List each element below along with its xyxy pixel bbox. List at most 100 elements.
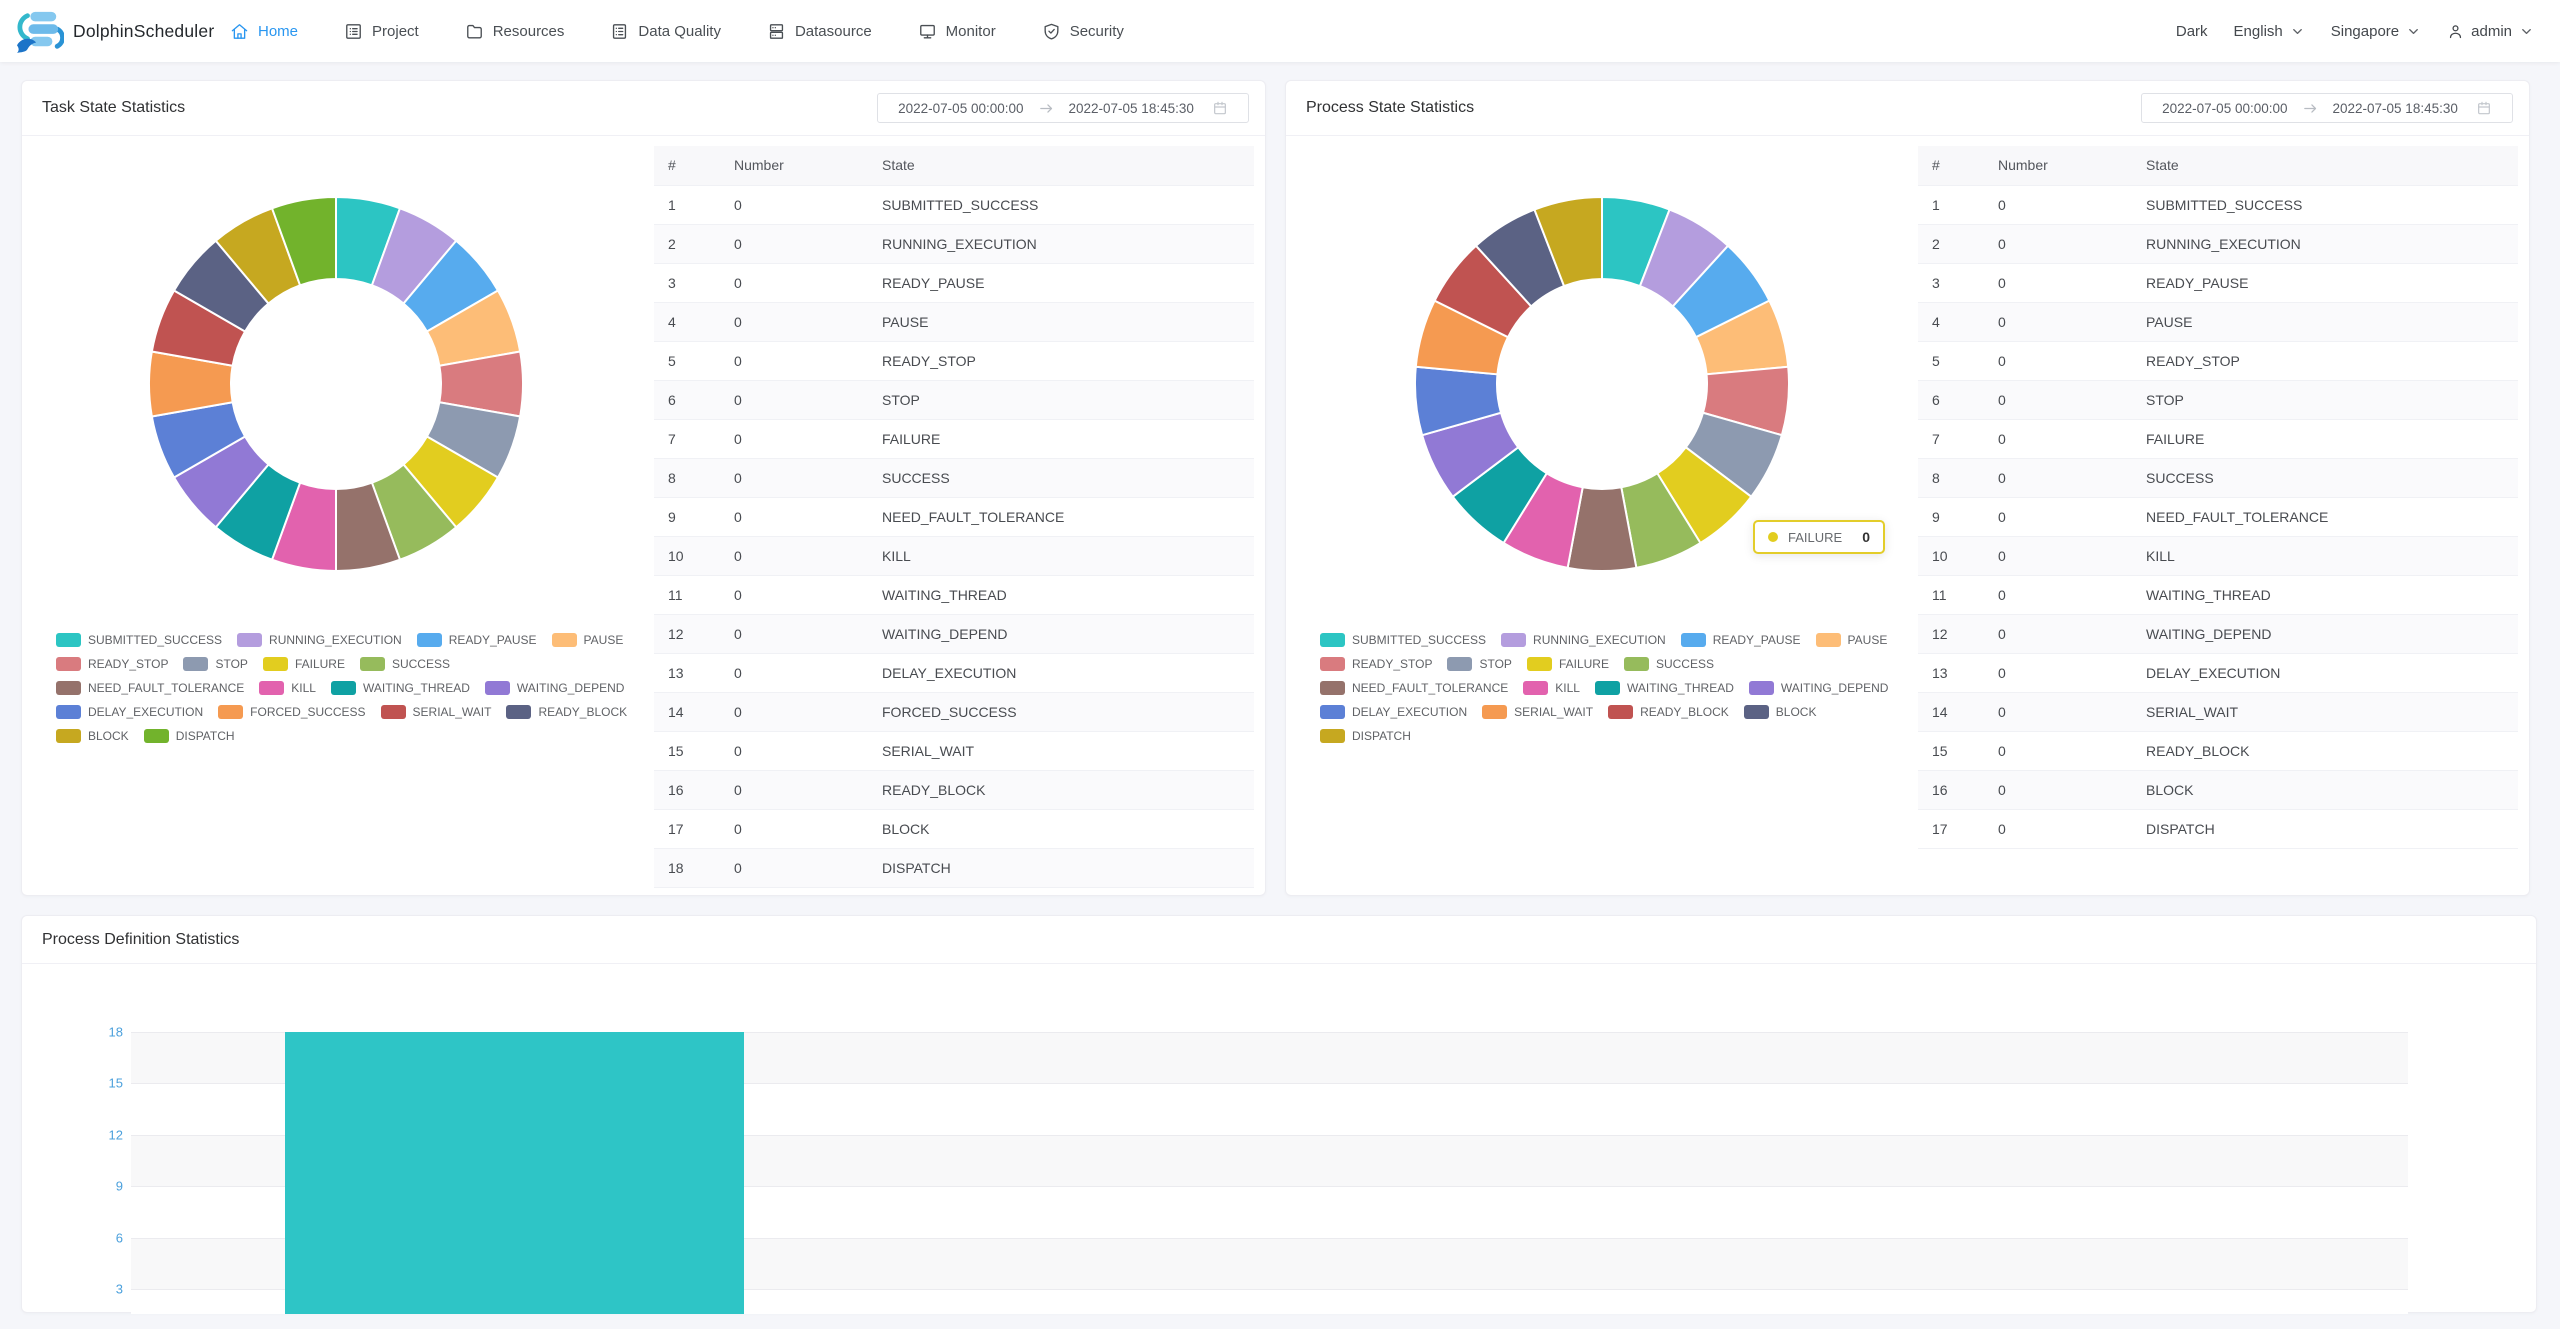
legend-swatch bbox=[56, 657, 81, 671]
legend-item-running_execution[interactable]: RUNNING_EXECUTION bbox=[237, 633, 402, 647]
row-index: 1 bbox=[1918, 185, 1984, 224]
data-quality-icon bbox=[610, 22, 629, 41]
col-index: # bbox=[654, 146, 720, 185]
state-table-row: 2 0 RUNNING_EXECUTION bbox=[1918, 224, 2518, 263]
legend-item-delay_execution[interactable]: DELAY_EXECUTION bbox=[56, 705, 203, 719]
row-index: 8 bbox=[654, 458, 720, 497]
legend-item-ready_block[interactable]: READY_BLOCK bbox=[1608, 705, 1729, 719]
legend-swatch bbox=[1320, 705, 1345, 719]
state-table-row: 6 0 STOP bbox=[654, 380, 1254, 419]
state-table-row: 1 0 SUBMITTED_SUCCESS bbox=[1918, 185, 2518, 224]
legend-swatch bbox=[1320, 681, 1345, 695]
task-card-body: SUBMITTED_SUCCESS RUNNING_EXECUTION READ… bbox=[22, 136, 1265, 895]
nav-item-home[interactable]: Home bbox=[230, 22, 298, 41]
state-table-row: 15 0 READY_BLOCK bbox=[1918, 731, 2518, 770]
legend-item-success[interactable]: SUCCESS bbox=[360, 657, 450, 671]
legend-swatch bbox=[56, 681, 81, 695]
legend-item-pause[interactable]: PAUSE bbox=[1816, 633, 1888, 647]
legend-item-waiting_thread[interactable]: WAITING_THREAD bbox=[1595, 681, 1734, 695]
legend-item-dispatch[interactable]: DISPATCH bbox=[144, 729, 235, 743]
y-axis-tick-label: 9 bbox=[116, 1179, 123, 1194]
y-axis-tick-label: 12 bbox=[109, 1127, 123, 1142]
legend-swatch bbox=[1482, 705, 1507, 719]
dashboard-page: DolphinScheduler Home Project Resources … bbox=[0, 0, 2560, 1329]
legend-item-kill[interactable]: KILL bbox=[1523, 681, 1580, 695]
process-date-range-picker[interactable]: 2022-07-05 00:00:00 2022-07-05 18:45:30 bbox=[2141, 93, 2513, 123]
row-number: 0 bbox=[720, 575, 868, 614]
nav-item-datasource[interactable]: Datasource bbox=[767, 22, 872, 41]
legend-item-submitted_success[interactable]: SUBMITTED_SUCCESS bbox=[56, 633, 222, 647]
state-table-row: 13 0 DELAY_EXECUTION bbox=[654, 653, 1254, 692]
legend-item-need_fault_tolerance[interactable]: NEED_FAULT_TOLERANCE bbox=[56, 681, 244, 695]
legend-item-running_execution[interactable]: RUNNING_EXECUTION bbox=[1501, 633, 1666, 647]
row-number: 0 bbox=[720, 263, 868, 302]
definition-bar[interactable] bbox=[285, 1032, 744, 1314]
state-table-row: 8 0 SUCCESS bbox=[654, 458, 1254, 497]
row-index: 9 bbox=[1918, 497, 1984, 536]
legend-item-need_fault_tolerance[interactable]: NEED_FAULT_TOLERANCE bbox=[1320, 681, 1508, 695]
y-axis-tick-label: 3 bbox=[116, 1282, 123, 1297]
legend-item-block[interactable]: BLOCK bbox=[1744, 705, 1817, 719]
process-state-donut-chart bbox=[1392, 174, 1812, 594]
legend-item-delay_execution[interactable]: DELAY_EXECUTION bbox=[1320, 705, 1467, 719]
legend-item-kill[interactable]: KILL bbox=[259, 681, 316, 695]
legend-item-stop[interactable]: STOP bbox=[183, 657, 247, 671]
language-select[interactable]: English bbox=[2234, 23, 2305, 40]
chevron-down-icon bbox=[2290, 24, 2305, 39]
legend-item-waiting_thread[interactable]: WAITING_THREAD bbox=[331, 681, 470, 695]
legend-item-pause[interactable]: PAUSE bbox=[552, 633, 624, 647]
legend-item-stop[interactable]: STOP bbox=[1447, 657, 1511, 671]
nav-item-security[interactable]: Security bbox=[1042, 22, 1124, 41]
tooltip-label: FAILURE bbox=[1788, 530, 1842, 545]
nav-item-monitor[interactable]: Monitor bbox=[918, 22, 996, 41]
legend-swatch bbox=[183, 657, 208, 671]
state-table-row: 11 0 WAITING_THREAD bbox=[654, 575, 1254, 614]
legend-item-ready_block[interactable]: READY_BLOCK bbox=[506, 705, 627, 719]
legend-item-failure[interactable]: FAILURE bbox=[263, 657, 345, 671]
col-state: State bbox=[868, 146, 1254, 185]
bar-chart-ylabels: 181512963 bbox=[22, 964, 123, 1312]
tooltip-value: 0 bbox=[1862, 529, 1870, 545]
legend-item-success[interactable]: SUCCESS bbox=[1624, 657, 1714, 671]
nav-item-resources[interactable]: Resources bbox=[465, 22, 565, 41]
arrow-right-icon bbox=[1038, 100, 1055, 117]
row-number: 0 bbox=[1984, 185, 2132, 224]
row-state: SUCCESS bbox=[2132, 458, 2518, 497]
legend-item-forced_success[interactable]: FORCED_SUCCESS bbox=[218, 705, 365, 719]
state-table-row: 17 0 DISPATCH bbox=[1918, 809, 2518, 848]
process-card-title: Process State Statistics bbox=[1306, 99, 1474, 117]
legend-swatch bbox=[263, 657, 288, 671]
timezone-select[interactable]: Singapore bbox=[2331, 23, 2421, 40]
legend-item-waiting_depend[interactable]: WAITING_DEPEND bbox=[485, 681, 625, 695]
legend-item-dispatch[interactable]: DISPATCH bbox=[1320, 729, 1411, 743]
row-state: FAILURE bbox=[2132, 419, 2518, 458]
row-index: 6 bbox=[1918, 380, 1984, 419]
legend-item-serial_wait[interactable]: SERIAL_WAIT bbox=[381, 705, 492, 719]
legend-item-serial_wait[interactable]: SERIAL_WAIT bbox=[1482, 705, 1593, 719]
legend-item-ready_stop[interactable]: READY_STOP bbox=[56, 657, 168, 671]
row-index: 12 bbox=[1918, 614, 1984, 653]
legend-item-ready_pause[interactable]: READY_PAUSE bbox=[1681, 633, 1801, 647]
legend-swatch bbox=[1523, 681, 1548, 695]
date-start: 2022-07-05 00:00:00 bbox=[898, 101, 1023, 116]
legend-swatch bbox=[1681, 633, 1706, 647]
main-menu: Home Project Resources Data Quality Data… bbox=[230, 22, 1124, 41]
legend-item-failure[interactable]: FAILURE bbox=[1527, 657, 1609, 671]
nav-item-project[interactable]: Project bbox=[344, 22, 419, 41]
legend-item-waiting_depend[interactable]: WAITING_DEPEND bbox=[1749, 681, 1889, 695]
legend-swatch bbox=[1527, 657, 1552, 671]
row-index: 12 bbox=[654, 614, 720, 653]
brand[interactable]: DolphinScheduler bbox=[14, 9, 220, 53]
task-date-range-picker[interactable]: 2022-07-05 00:00:00 2022-07-05 18:45:30 bbox=[877, 93, 1249, 123]
legend-item-submitted_success[interactable]: SUBMITTED_SUCCESS bbox=[1320, 633, 1486, 647]
theme-toggle[interactable]: Dark bbox=[2176, 23, 2208, 40]
legend-item-ready_stop[interactable]: READY_STOP bbox=[1320, 657, 1432, 671]
database-icon bbox=[767, 22, 786, 41]
col-state: State bbox=[2132, 146, 2518, 185]
user-menu[interactable]: admin bbox=[2447, 23, 2534, 40]
nav-item-data-quality[interactable]: Data Quality bbox=[610, 22, 721, 41]
row-index: 10 bbox=[1918, 536, 1984, 575]
legend-item-block[interactable]: BLOCK bbox=[56, 729, 129, 743]
row-index: 5 bbox=[654, 341, 720, 380]
legend-item-ready_pause[interactable]: READY_PAUSE bbox=[417, 633, 537, 647]
